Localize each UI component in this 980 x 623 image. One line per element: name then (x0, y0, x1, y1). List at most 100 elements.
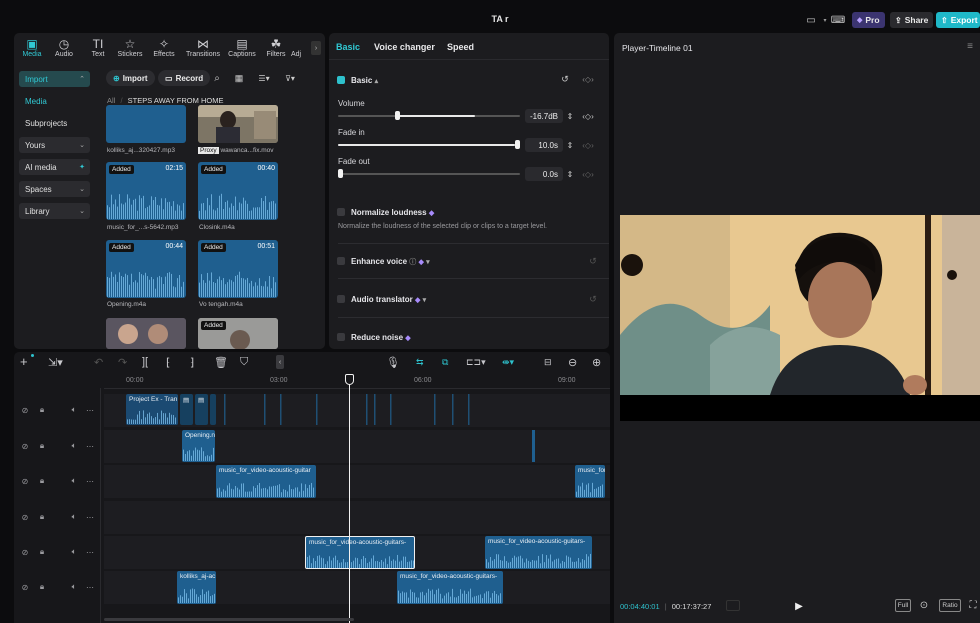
play-icon[interactable]: ▶ (792, 599, 806, 613)
menu-icon[interactable]: ≡ (964, 40, 976, 52)
split-icon[interactable]: ][ (142, 356, 148, 368)
breadcrumb-root[interactable]: All (107, 96, 115, 105)
tab-basic[interactable]: Basic (336, 42, 360, 52)
tab-effects[interactable]: ✧ Effects (146, 37, 182, 58)
timeline-clip-selected[interactable]: music_for_video-acoustic-guitars- (305, 536, 415, 569)
grid-overlay-icon[interactable] (726, 600, 740, 611)
snap-icon[interactable]: ⇼▾ (502, 357, 514, 368)
export-button[interactable]: ⇧ Export (936, 12, 980, 28)
track-lane[interactable] (104, 465, 610, 498)
lock-icon[interactable]: 🔒︎ (36, 440, 48, 452)
keyframe-icon[interactable]: ‹◇› (576, 73, 600, 85)
zoom-in-icon[interactable]: ⊕ (592, 356, 601, 369)
pro-button[interactable]: ◆ Pro (852, 12, 885, 28)
snapshot-icon[interactable]: ⊙ (917, 598, 931, 612)
tab-adjust[interactable]: Adj (286, 37, 306, 58)
timeline-clip-music[interactable]: music_for_video-acoustic-guitars- (485, 536, 592, 569)
speaker-icon[interactable]: 🔈︎ (68, 511, 80, 523)
more-icon[interactable]: ⋯ (84, 440, 96, 452)
chevron-down-icon[interactable]: ▾ (820, 12, 830, 28)
speaker-icon[interactable]: 🔈︎ (68, 404, 80, 416)
enhance-voice-checkbox[interactable] (337, 257, 345, 265)
tab-transitions[interactable]: ⋈ Transitions (182, 37, 224, 58)
keyframe-icon[interactable]: ‹◇› (576, 109, 600, 123)
basic-section-title[interactable]: Basic ▴ (351, 76, 378, 85)
more-icon[interactable]: ⋯ (84, 546, 96, 558)
tab-stickers[interactable]: ☆ Stickers (112, 37, 148, 58)
stepper-icon[interactable]: ⇕ (565, 109, 575, 123)
layout-icon[interactable]: ▭ (803, 12, 819, 28)
record-button[interactable]: ▭ Record (158, 70, 211, 86)
ratio-button[interactable]: Ratio (939, 599, 961, 612)
trim-right-icon[interactable]: ⁆ (190, 356, 194, 369)
audio-translator-title[interactable]: Audio translator ◆ ▾ (351, 295, 426, 304)
lock-icon[interactable]: 🔒︎ (36, 475, 48, 487)
tab-speed[interactable]: Speed (447, 42, 474, 52)
fade-out-value-field[interactable]: 0.0s (525, 167, 563, 181)
hide-track-icon[interactable]: ⊘ (19, 546, 31, 558)
add-track-icon[interactable]: + (20, 354, 28, 369)
fade-out-slider-knob[interactable] (338, 169, 343, 178)
lock-icon[interactable]: 🔒︎ (36, 581, 48, 593)
media-item-music-for[interactable]: Added 02:15 (106, 162, 186, 220)
chevron-right-icon[interactable]: › (311, 41, 321, 55)
sort-icon[interactable]: ☰▾ (254, 70, 274, 86)
caption-track-icon[interactable]: ⊟ (544, 357, 552, 368)
timeline-clip-music[interactable]: music_for_video-acoustic-guitar (216, 465, 316, 498)
volume-slider[interactable] (338, 111, 520, 121)
fade-in-slider-knob[interactable] (515, 140, 520, 149)
nav-ai-media[interactable]: AI media ✦ (19, 159, 90, 175)
fade-out-slider[interactable] (338, 169, 520, 179)
track-lane[interactable] (104, 501, 610, 534)
volume-value-field[interactable]: -16.7dB (525, 109, 563, 123)
audio-translator-checkbox[interactable] (337, 295, 345, 303)
speaker-icon[interactable]: 🔈︎ (68, 475, 80, 487)
tab-media[interactable]: ▣ Media (14, 37, 50, 58)
media-item-video-b[interactable]: Added (198, 318, 278, 349)
speaker-icon[interactable]: 🔈︎ (68, 581, 80, 593)
reset-icon[interactable]: ↺ (587, 293, 599, 305)
tab-audio[interactable]: ◷ Audio (46, 37, 82, 58)
volume-slider-knob[interactable] (395, 111, 400, 120)
timeline-clip[interactable]: ▤ (195, 394, 208, 425)
preview-axis-icon[interactable]: ⊏⊐▾ (466, 357, 486, 368)
undo-icon[interactable]: ↶ (94, 356, 103, 369)
timeline-clip-music[interactable]: music_for_video-acoustic-guitars- (397, 571, 503, 604)
speaker-icon[interactable]: 🔈︎ (68, 440, 80, 452)
media-item-vo-tengah[interactable]: Added 00:51 (198, 240, 278, 298)
media-item-kolliks[interactable] (106, 105, 186, 143)
keyframe-icon[interactable]: ‹◇› (576, 138, 600, 152)
fade-in-slider[interactable] (338, 140, 520, 150)
timeline-clip-music[interactable]: music_for (575, 465, 605, 498)
nav-import[interactable]: Import ⌃ (19, 71, 90, 87)
stepper-icon[interactable]: ⇕ (565, 167, 575, 181)
select-tool-icon[interactable]: ⇲▾ (48, 356, 63, 369)
horizontal-scrollbar[interactable] (104, 618, 354, 621)
tab-voice-changer[interactable]: Voice changer (374, 42, 435, 52)
full-button[interactable]: Full (895, 599, 911, 612)
media-item-opening[interactable]: Added 00:44 (106, 240, 186, 298)
grid-view-icon[interactable]: ▦ (232, 70, 246, 86)
marker-icon[interactable]: ⛉ (240, 356, 248, 369)
speaker-icon[interactable]: 🔈︎ (68, 546, 80, 558)
more-icon[interactable]: ⋯ (84, 511, 96, 523)
playhead-handle[interactable] (345, 374, 354, 385)
timeline-clip-kolliks[interactable]: kolliks_aj-ac (177, 571, 216, 604)
enhance-voice-title[interactable]: Enhance voice ⓘ ◆ ▾ (351, 257, 430, 267)
normalize-loudness-checkbox[interactable] (337, 208, 345, 216)
media-item-closink[interactable]: Added 00:40 (198, 162, 278, 220)
more-icon[interactable]: ⋯ (84, 404, 96, 416)
fade-in-value-field[interactable]: 10.0s (525, 138, 563, 152)
link-icon[interactable]: ⇆ (416, 357, 424, 368)
nav-spaces[interactable]: Spaces ⌄ (19, 181, 90, 197)
delete-icon[interactable]: 🗑︎ (214, 356, 228, 369)
magnet-icon[interactable]: ⧉ (442, 357, 448, 368)
more-icon[interactable]: ⋯ (84, 475, 96, 487)
timeline-clip[interactable]: Project Ex - Tran (126, 394, 178, 425)
media-item-wawancara[interactable] (198, 105, 278, 143)
lock-icon[interactable]: 🔒︎ (36, 546, 48, 558)
media-item-video-a[interactable] (106, 318, 186, 349)
hide-track-icon[interactable]: ⊘ (19, 581, 31, 593)
hide-track-icon[interactable]: ⊘ (19, 440, 31, 452)
keyframe-icon[interactable]: ‹◇› (576, 167, 600, 181)
